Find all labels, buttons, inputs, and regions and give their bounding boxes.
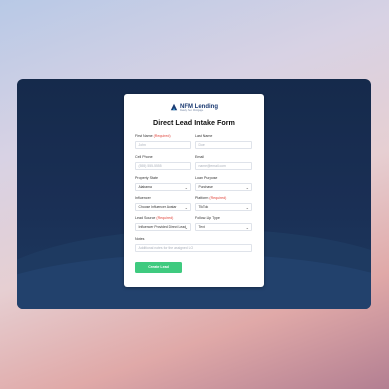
cell-phone-field[interactable]: (555) 555-5555: [135, 162, 191, 170]
lead-source-select[interactable]: Influencer Provided Direct Lead ⌄: [135, 223, 191, 231]
platform-select[interactable]: TikTok ⌄: [195, 203, 252, 211]
loan-purpose-select[interactable]: Purchase ⌄: [195, 183, 252, 191]
follow-up-type-label: Follow-Up Type: [195, 216, 220, 220]
loan-purpose-label: Loan Purpose: [195, 176, 218, 180]
brand-tagline: Ready. Set. Mortgage.: [180, 109, 204, 112]
influencer-select[interactable]: Choose Influencer Avatar ⌄: [135, 203, 191, 211]
lead-source-label: Lead Source (Required): [135, 216, 174, 220]
first-name-label: First Name (Required): [135, 134, 171, 138]
form-title: Direct Lead Intake Form: [153, 118, 235, 127]
notes-label: Notes: [135, 237, 145, 241]
last-name-label: Last Name: [195, 134, 213, 138]
chevron-down-icon: ⌄: [184, 185, 188, 190]
influencer-label: Influencer: [135, 196, 151, 200]
chevron-down-icon: ⌄: [245, 185, 249, 190]
nfm-logo-icon: [170, 103, 178, 110]
notes-field[interactable]: Additional notes for the assigned LO: [135, 244, 252, 252]
chevron-down-icon: ⌄: [245, 205, 249, 210]
brand-logo: NFM Lending Ready. Set. Mortgage.: [170, 102, 218, 112]
last-name-field[interactable]: Doe: [195, 141, 252, 149]
property-state-select[interactable]: Alabama ⌄: [135, 183, 191, 191]
first-name-field[interactable]: John: [135, 141, 191, 149]
chevron-down-icon: ⌄: [245, 225, 249, 230]
chevron-down-icon: ⌄: [184, 225, 188, 230]
follow-up-type-select[interactable]: Text ⌄: [195, 223, 252, 231]
create-lead-button[interactable]: Create Lead: [135, 262, 182, 273]
email-field[interactable]: name@email.com: [195, 162, 252, 170]
cell-phone-label: Cell Phone: [135, 155, 153, 159]
chevron-down-icon: ⌄: [184, 205, 188, 210]
property-state-label: Property State: [135, 176, 158, 180]
email-label: Email: [195, 155, 204, 159]
platform-label: Platform (Required): [195, 196, 227, 200]
